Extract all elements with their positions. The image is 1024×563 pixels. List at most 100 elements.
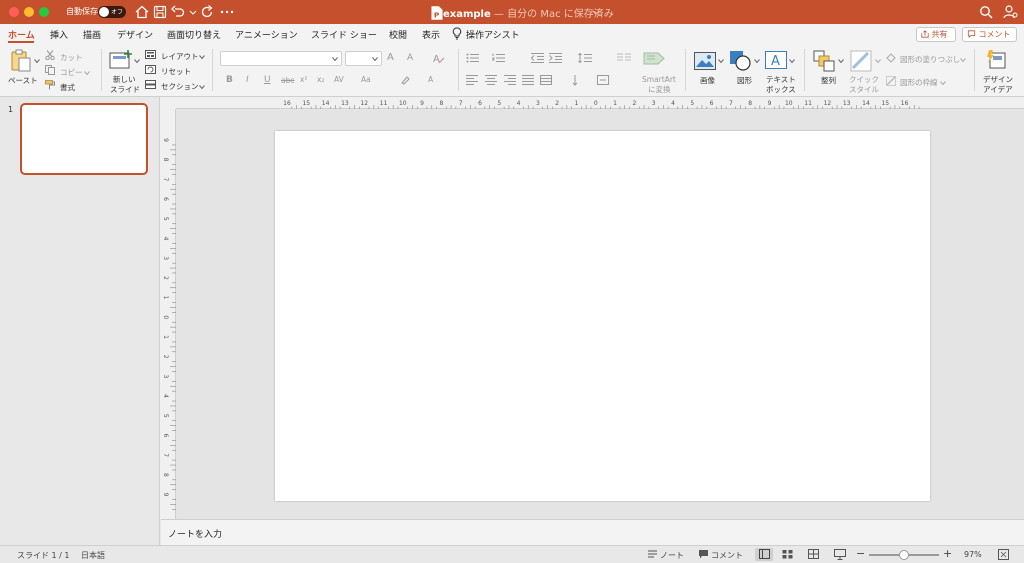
reset-icon[interactable]	[145, 65, 156, 74]
slide-thumbnail[interactable]	[20, 103, 148, 175]
shape-outline-label[interactable]: 図形の枠線	[900, 77, 938, 88]
shape-fill-dropdown-icon[interactable]	[960, 56, 966, 63]
redo-icon[interactable]	[199, 4, 215, 20]
cut-label[interactable]: カット	[60, 52, 83, 63]
numbering-icon[interactable]	[491, 53, 506, 63]
quick-styles-icon[interactable]	[850, 50, 872, 72]
increase-indent-icon[interactable]	[549, 53, 562, 63]
quick-styles-dropdown-icon[interactable]	[875, 57, 881, 64]
account-icon[interactable]	[1002, 4, 1018, 20]
tab-slideshow[interactable]: スライド ショー	[311, 28, 377, 41]
bold-button[interactable]: B	[226, 75, 233, 85]
reset-label[interactable]: リセット	[161, 66, 191, 77]
fit-to-window-icon[interactable]	[998, 549, 1009, 560]
undo-dropdown-icon[interactable]	[185, 4, 197, 20]
design-ideas-icon[interactable]	[985, 49, 1007, 71]
font-color-button[interactable]: A	[428, 75, 433, 84]
superscript-button[interactable]: x²	[300, 75, 307, 84]
notes-pane[interactable]: ノートを入力	[161, 519, 1024, 545]
save-icon[interactable]	[152, 4, 168, 20]
tab-draw[interactable]: 描画	[83, 28, 101, 41]
underline-button[interactable]: U	[264, 75, 271, 85]
format-painter-label[interactable]: 書式	[60, 82, 75, 93]
shape-outline-icon[interactable]	[886, 76, 896, 86]
layout-dropdown-icon[interactable]	[199, 53, 205, 60]
zoom-percentage[interactable]: 97%	[964, 550, 982, 559]
section-icon[interactable]	[145, 80, 156, 89]
section-label[interactable]: セクション	[161, 81, 199, 92]
bullets-icon[interactable]	[466, 53, 480, 63]
picture-label[interactable]: 画像	[700, 75, 715, 86]
slideshow-view-icon[interactable]	[834, 549, 846, 560]
line-spacing-icon[interactable]	[578, 52, 592, 64]
font-size-input[interactable]	[345, 51, 382, 66]
decrease-indent-icon[interactable]	[530, 53, 544, 63]
minimize-window-button[interactable]	[24, 7, 34, 17]
strikethrough-button[interactable]: abc	[281, 76, 294, 85]
picture-icon[interactable]	[694, 52, 716, 70]
title-dropdown-icon[interactable]	[588, 4, 600, 20]
textbox-dropdown-icon[interactable]	[789, 57, 795, 64]
subscript-button[interactable]: x₂	[317, 75, 324, 84]
notes-toggle-label[interactable]: ノート	[660, 550, 684, 561]
tab-review[interactable]: 校閲	[389, 28, 407, 41]
slide-sorter-view-icon[interactable]	[782, 549, 793, 560]
arrange-label[interactable]: 整列	[821, 75, 836, 86]
shapes-icon[interactable]	[729, 50, 753, 72]
close-window-button[interactable]	[9, 7, 19, 17]
language-indicator[interactable]: 日本語	[81, 550, 105, 561]
align-text-icon[interactable]	[597, 75, 609, 85]
zoom-slider-handle[interactable]	[899, 550, 909, 560]
align-left-icon[interactable]	[466, 75, 478, 85]
autosave-toggle[interactable]: オフ	[98, 6, 126, 18]
shapes-label[interactable]: 図形	[737, 75, 752, 86]
highlight-icon[interactable]	[400, 75, 410, 85]
tab-design[interactable]: デザイン	[117, 28, 153, 41]
align-right-icon[interactable]	[504, 75, 516, 85]
comment-button[interactable]: コメント	[962, 27, 1017, 42]
smartart-label-1[interactable]: SmartArt	[642, 75, 676, 84]
justify-icon[interactable]	[522, 75, 534, 85]
character-spacing-button[interactable]: AV	[334, 75, 344, 84]
layout-icon[interactable]	[145, 50, 156, 59]
textbox-label-2[interactable]: ボックス	[766, 84, 796, 95]
reading-view-icon[interactable]	[808, 549, 819, 560]
copy-icon[interactable]	[45, 65, 55, 75]
copy-dropdown-icon[interactable]	[84, 69, 90, 76]
smartart-label-2[interactable]: に変換	[648, 84, 671, 95]
shape-fill-icon[interactable]	[886, 53, 896, 63]
shape-outline-dropdown-icon[interactable]	[940, 79, 946, 86]
tab-animations[interactable]: アニメーション	[235, 28, 298, 41]
font-name-input[interactable]	[220, 51, 342, 66]
tab-tell-me[interactable]: 操作アシスト	[466, 28, 520, 41]
grow-font-button[interactable]: A	[387, 52, 394, 63]
new-slide-dropdown-icon[interactable]	[134, 57, 140, 64]
textbox-icon[interactable]: A	[765, 51, 787, 69]
tab-view[interactable]: 表示	[422, 28, 440, 41]
section-dropdown-icon[interactable]	[199, 83, 205, 90]
cut-icon[interactable]	[45, 50, 55, 61]
new-slide-icon[interactable]	[109, 49, 133, 71]
paste-dropdown-icon[interactable]	[34, 57, 40, 64]
comments-icon[interactable]	[698, 549, 709, 560]
new-slide-label-2[interactable]: スライド	[110, 84, 140, 95]
paste-icon[interactable]	[10, 49, 32, 73]
design-ideas-label-2[interactable]: アイデア	[983, 84, 1013, 95]
zoom-out-button[interactable]: −	[856, 547, 865, 560]
italic-button[interactable]: I	[246, 75, 249, 85]
home-icon[interactable]	[134, 4, 150, 20]
shapes-dropdown-icon[interactable]	[754, 57, 760, 64]
comments-toggle-label[interactable]: コメント	[711, 550, 743, 561]
smartart-icon[interactable]	[643, 50, 667, 67]
distributed-icon[interactable]	[540, 75, 552, 85]
arrange-dropdown-icon[interactable]	[838, 57, 844, 64]
columns-icon[interactable]	[617, 53, 631, 63]
search-icon[interactable]	[978, 4, 994, 20]
normal-view-icon[interactable]	[759, 549, 770, 560]
tab-insert[interactable]: 挿入	[50, 28, 68, 41]
shape-fill-label[interactable]: 図形の塗りつぶし	[900, 54, 960, 65]
paste-label[interactable]: ペースト	[8, 75, 38, 86]
text-direction-icon[interactable]	[570, 74, 580, 86]
tab-transitions[interactable]: 画面切り替え	[167, 28, 221, 41]
shrink-font-button[interactable]: A	[407, 53, 413, 63]
